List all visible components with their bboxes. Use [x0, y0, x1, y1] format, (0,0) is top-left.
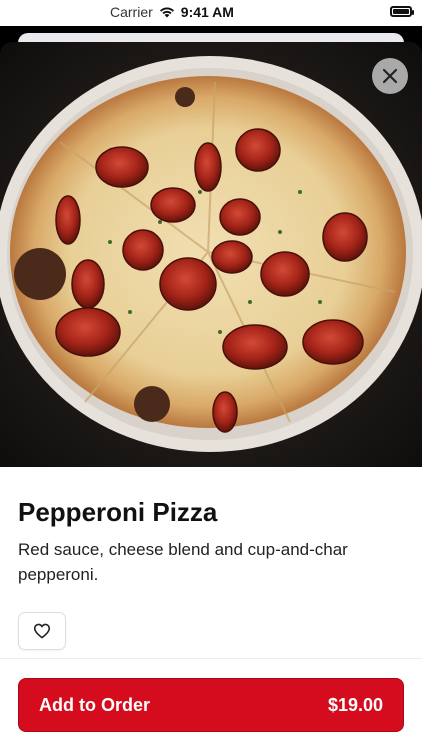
favorite-button[interactable] — [18, 612, 66, 650]
product-details: Pepperoni Pizza Red sauce, cheese blend … — [0, 467, 422, 750]
product-description: Red sauce, cheese blend and cup-and-char… — [18, 540, 348, 584]
carrier-label: Carrier — [110, 4, 153, 20]
wifi-icon — [159, 7, 174, 18]
close-button[interactable] — [372, 58, 408, 94]
status-left: Carrier 9:41 AM — [110, 4, 234, 20]
close-icon — [382, 68, 398, 84]
add-to-order-button[interactable]: Add to Order $19.00 — [18, 678, 404, 732]
status-bar: Carrier 9:41 AM — [0, 0, 422, 26]
heart-outline-icon — [33, 623, 51, 639]
battery-icon — [390, 6, 414, 17]
divider — [0, 658, 422, 659]
add-to-order-label: Add to Order — [39, 694, 150, 715]
product-image — [0, 42, 422, 467]
pizza-illustration — [0, 56, 422, 452]
product-title: Pepperoni Pizza — [18, 497, 218, 527]
price-label: $19.00 — [327, 694, 383, 715]
status-time: 9:41 AM — [180, 4, 234, 20]
